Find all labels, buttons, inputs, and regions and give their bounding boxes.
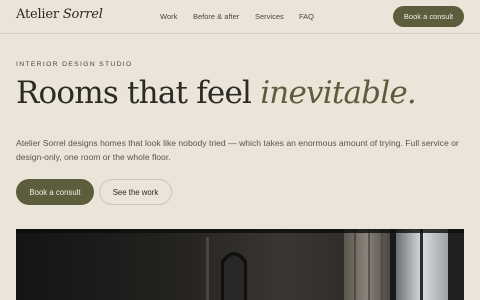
book-consult-button[interactable]: Book a consult	[16, 179, 94, 205]
brand-logo[interactable]: Atelier Sorrel	[16, 7, 103, 22]
headline-plain: Rooms that feel	[16, 75, 261, 111]
page: Atelier Sorrel Work Before & after Servi…	[0, 0, 480, 300]
hero-eyebrow: INTERIOR DESIGN STUDIO	[16, 61, 133, 68]
hero-lede: Atelier Sorrel designs homes that look l…	[16, 138, 459, 162]
hero-interior-photo	[16, 229, 464, 300]
nav-link-before-after[interactable]: Before & after	[193, 12, 239, 21]
nav-link-services[interactable]: Services	[255, 12, 284, 21]
nav-link-faq[interactable]: FAQ	[299, 12, 314, 21]
site-header: Atelier Sorrel Work Before & after Servi…	[0, 0, 480, 34]
nav-link-work[interactable]: Work	[160, 12, 177, 21]
brand-name-regular: Atelier	[16, 7, 63, 22]
see-work-button[interactable]: See the work	[99, 179, 172, 205]
brand-name-italic: Sorrel	[62, 7, 103, 22]
header-book-consult-button[interactable]: Book a consult	[393, 6, 464, 27]
headline-italic: inevitable.	[260, 75, 417, 111]
hero-headline: Rooms that feel inevitable.	[16, 73, 417, 113]
